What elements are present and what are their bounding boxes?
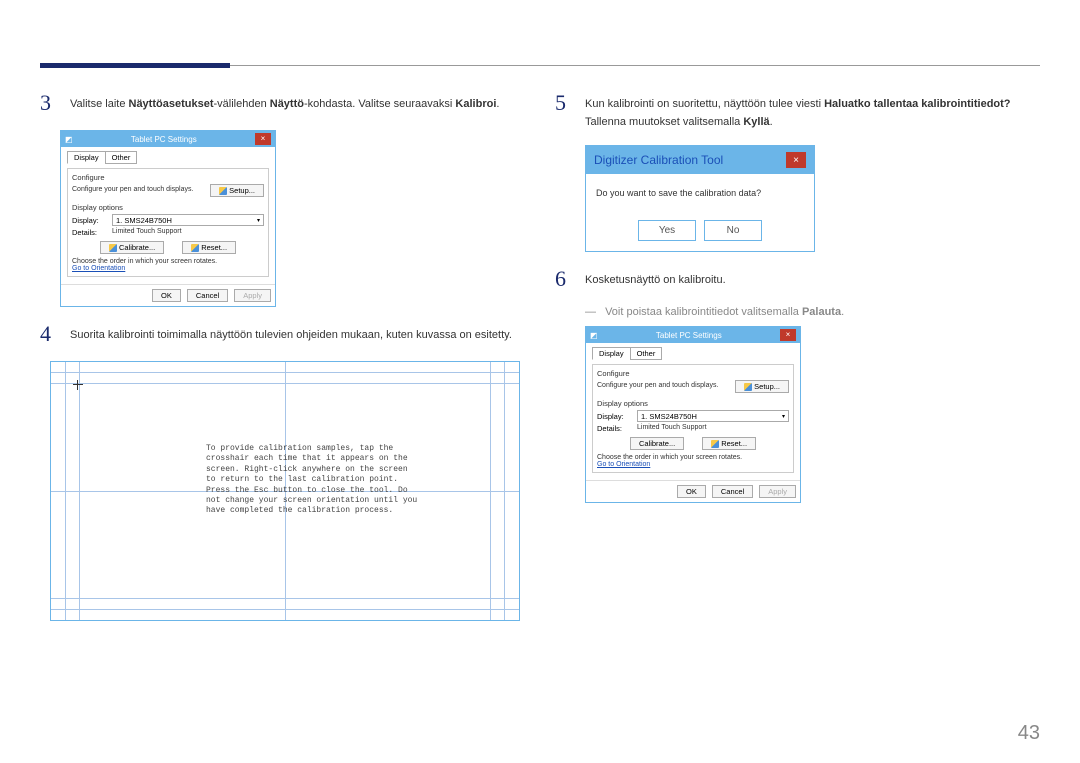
page-number: 43 xyxy=(1018,722,1040,745)
details-label: Details: xyxy=(72,228,108,237)
tab-other[interactable]: Other xyxy=(105,151,138,164)
chevron-down-icon: ▾ xyxy=(782,413,785,420)
rotate-text: Choose the order in which your screen ro… xyxy=(597,454,789,461)
step-number: 3 xyxy=(40,90,58,116)
step-text: Valitse laite Näyttöasetukset-välilehden… xyxy=(70,90,499,116)
step-text: Kosketusnäyttö on kalibroitu. xyxy=(585,266,726,292)
dialog-title: Digitizer Calibration Tool xyxy=(594,153,786,167)
close-icon[interactable]: × xyxy=(786,152,806,168)
apply-button[interactable]: Apply xyxy=(759,485,796,498)
dialog-title: Tablet PC Settings xyxy=(73,135,255,144)
calibrate-button[interactable]: Calibrate... xyxy=(100,241,164,254)
display-label: Display: xyxy=(597,412,633,421)
display-options-label: Display options xyxy=(597,399,789,408)
tab-display[interactable]: Display xyxy=(592,347,631,360)
shield-icon xyxy=(744,383,752,391)
display-select[interactable]: 1. SMS24B750H▾ xyxy=(112,214,264,226)
cancel-button[interactable]: Cancel xyxy=(187,289,228,302)
header-rule xyxy=(40,65,1040,66)
setup-button[interactable]: Setup... xyxy=(735,380,789,393)
step-6: 6 Kosketusnäyttö on kalibroitu. xyxy=(555,266,1040,292)
ok-button[interactable]: OK xyxy=(152,289,181,302)
tab-other[interactable]: Other xyxy=(630,347,663,360)
yes-button[interactable]: Yes xyxy=(638,220,696,241)
dialog-title: Tablet PC Settings xyxy=(598,331,780,340)
step-text: Suorita kalibrointi toimimalla näyttöön … xyxy=(70,321,512,347)
dialog-titlebar: ◩ Tablet PC Settings × xyxy=(61,131,275,147)
tabs: Display Other xyxy=(67,151,269,164)
configure-desc: Configure your pen and touch displays. xyxy=(72,186,206,194)
calibration-screen: To provide calibration samples, tap the … xyxy=(50,361,520,621)
shield-icon xyxy=(109,244,117,252)
crosshair-icon xyxy=(73,380,83,390)
close-icon[interactable]: × xyxy=(255,133,271,145)
details-value: Limited Touch Support xyxy=(637,424,707,432)
rotate-text: Choose the order in which your screen ro… xyxy=(72,258,264,265)
configure-label: Configure xyxy=(72,173,264,182)
step-number: 6 xyxy=(555,266,573,292)
calibration-instructions: To provide calibration samples, tap the … xyxy=(206,444,421,517)
details-label: Details: xyxy=(597,424,633,433)
configure-desc: Configure your pen and touch displays. xyxy=(597,382,731,390)
dialog-titlebar: Digitizer Calibration Tool × xyxy=(586,146,814,174)
orientation-link[interactable]: Go to Orientation xyxy=(72,265,264,272)
window-icon: ◩ xyxy=(590,331,598,340)
setup-button[interactable]: Setup... xyxy=(210,184,264,197)
digitizer-dialog: Digitizer Calibration Tool × Do you want… xyxy=(585,145,815,252)
dialog-titlebar: ◩ Tablet PC Settings × xyxy=(586,327,800,343)
tablet-pc-settings-dialog-2: ◩ Tablet PC Settings × Display Other Con… xyxy=(585,326,801,503)
reset-button[interactable]: Reset... xyxy=(182,241,236,254)
shield-icon xyxy=(219,187,227,195)
tab-display[interactable]: Display xyxy=(67,151,106,164)
apply-button[interactable]: Apply xyxy=(234,289,271,302)
step-number: 4 xyxy=(40,321,58,347)
left-column: 3 Valitse laite Näyttöasetukset-välilehd… xyxy=(40,90,525,621)
step-5: 5 Kun kalibrointi on suoritettu, näyttöö… xyxy=(555,90,1040,131)
orientation-link[interactable]: Go to Orientation xyxy=(597,461,789,468)
display-label: Display: xyxy=(72,216,108,225)
display-select[interactable]: 1. SMS24B750H▾ xyxy=(637,410,789,422)
close-icon[interactable]: × xyxy=(780,329,796,341)
ok-button[interactable]: OK xyxy=(677,485,706,498)
configure-label: Configure xyxy=(597,369,789,378)
shield-icon xyxy=(711,440,719,448)
right-column: 5 Kun kalibrointi on suoritettu, näyttöö… xyxy=(555,90,1040,621)
shield-icon xyxy=(191,244,199,252)
step-4: 4 Suorita kalibrointi toimimalla näyttöö… xyxy=(40,321,525,347)
details-value: Limited Touch Support xyxy=(112,228,182,236)
note: Voit poistaa kalibrointitiedot valitsema… xyxy=(585,306,1040,318)
no-button[interactable]: No xyxy=(704,220,762,241)
step-text: Kun kalibrointi on suoritettu, näyttöön … xyxy=(585,90,1040,131)
tabs: Display Other xyxy=(592,347,794,360)
chevron-down-icon: ▾ xyxy=(257,217,260,224)
window-icon: ◩ xyxy=(65,135,73,144)
dialog-message: Do you want to save the calibration data… xyxy=(596,188,804,198)
tablet-pc-settings-dialog: ◩ Tablet PC Settings × Display Other Con… xyxy=(60,130,276,307)
reset-button[interactable]: Reset... xyxy=(702,437,756,450)
calibrate-button[interactable]: Calibrate... xyxy=(630,437,684,450)
step-3: 3 Valitse laite Näyttöasetukset-välilehd… xyxy=(40,90,525,116)
cancel-button[interactable]: Cancel xyxy=(712,485,753,498)
display-options-label: Display options xyxy=(72,203,264,212)
step-number: 5 xyxy=(555,90,573,131)
